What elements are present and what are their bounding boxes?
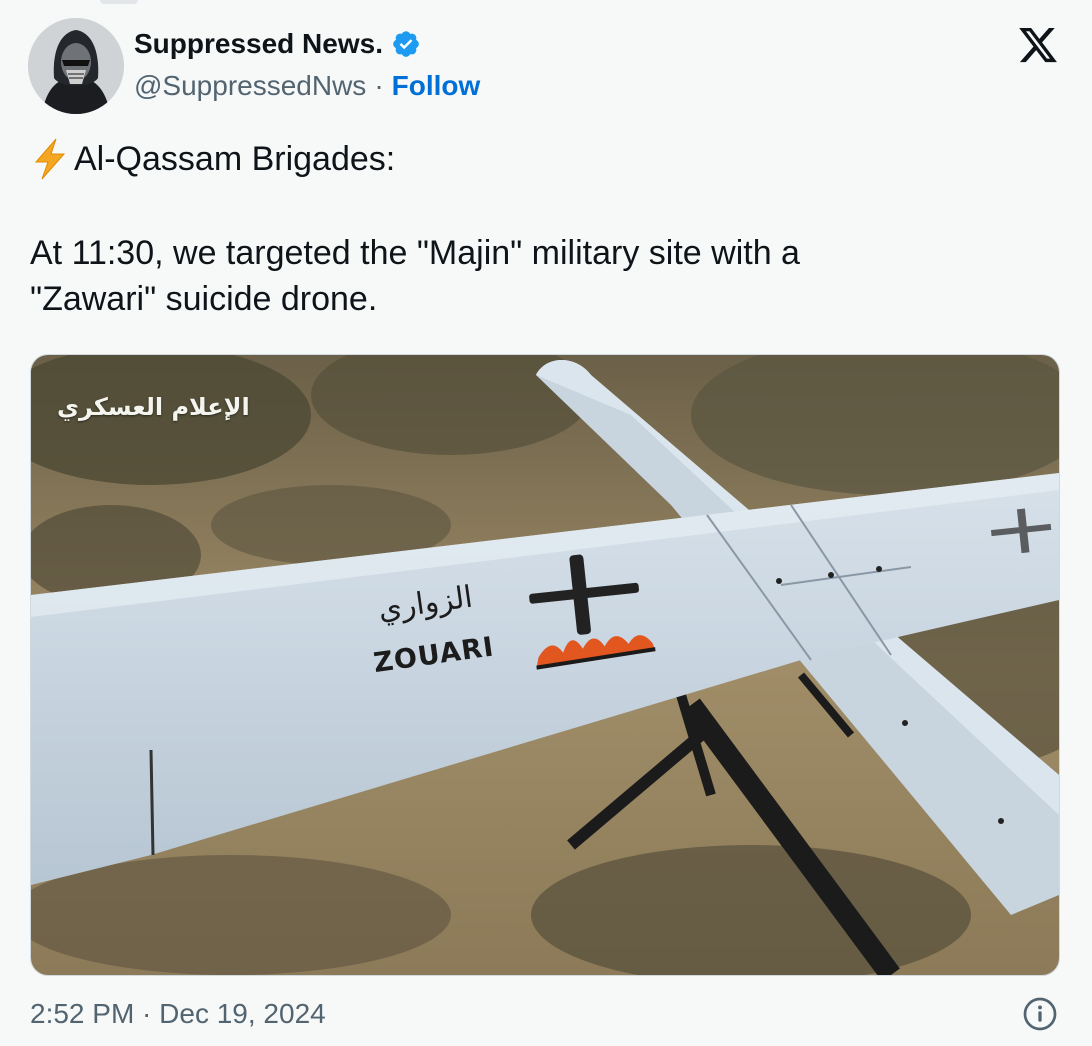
display-name[interactable]: Suppressed News. [134,28,383,60]
tweet-header: Suppressed News. @SuppressedNws · Follow [28,18,1064,118]
top-edge-hint [100,0,138,4]
tweet-footer: 2:52 PM · Dec 19, 2024 [30,992,1058,1036]
avatar[interactable] [28,18,124,114]
tweet-image[interactable]: الإعلام العسكري [30,354,1060,976]
display-name-row: Suppressed News. [134,24,480,64]
tweet-line-1: Al-Qassam Brigades: [30,136,1052,182]
tweet-line-3: "Zawari" suicide drone. [30,280,378,318]
separator-dot: · [374,70,384,101]
drone-photo [31,355,1059,975]
timestamp-link[interactable]: 2:52 PM · Dec 19, 2024 [30,998,326,1030]
author-names: Suppressed News. @SuppressedNws · Follow [134,24,480,104]
tweet-line-2: At 11:30, we targeted the "Majin" milita… [30,234,800,272]
tweet-text: Al-Qassam Brigades: At 11:30, we targete… [30,136,1052,322]
x-logo-icon[interactable] [1016,24,1060,66]
high-voltage-icon [30,137,70,181]
media-watermark: الإعلام العسكري [57,393,250,421]
handle[interactable]: @SuppressedNws [134,70,366,102]
info-icon[interactable] [1022,996,1058,1032]
follow-button[interactable]: Follow [392,70,481,102]
verified-badge-icon [391,29,421,59]
handle-row: @SuppressedNws · Follow [134,68,480,104]
tweet-line-1-text: Al-Qassam Brigades: [74,140,396,178]
